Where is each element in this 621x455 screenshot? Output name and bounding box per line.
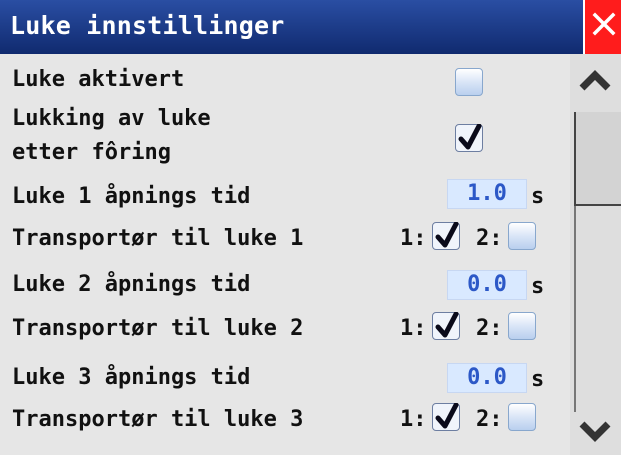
checkmark-icon <box>435 222 459 248</box>
luke1-tid-input[interactable]: 1.0 <box>447 179 527 209</box>
luke2-tid-input[interactable]: 0.0 <box>447 270 527 300</box>
transport2-b-checkbox[interactable] <box>508 312 536 340</box>
title-bar: Luke innstillinger <box>0 0 621 54</box>
luke2-tid-label: Luke 2 åpnings tid <box>12 272 251 297</box>
lukking-checkbox[interactable] <box>455 124 483 152</box>
transport1-label: Transportør til luke 1 <box>12 226 304 251</box>
transport2-label: Transportør til luke 2 <box>12 316 304 341</box>
chevron-up-icon <box>579 70 611 91</box>
checkmark-icon <box>435 403 459 429</box>
scroll-up-button[interactable] <box>578 70 612 96</box>
transport3-a-label: 1: <box>400 407 427 432</box>
luke1-tid-label: Luke 1 åpnings tid <box>12 184 251 209</box>
lukking-label-line2: etter fôring <box>12 140 171 165</box>
transport3-b-checkbox[interactable] <box>508 403 536 431</box>
window-title: Luke innstillinger <box>10 11 285 40</box>
checkmark-icon <box>435 312 459 338</box>
transport1-a-checkbox[interactable] <box>432 222 460 250</box>
luke-aktivert-checkbox[interactable] <box>455 68 483 96</box>
transport2-a-checkbox[interactable] <box>432 312 460 340</box>
checkmark-icon <box>458 124 482 150</box>
close-button[interactable] <box>583 0 621 54</box>
luke2-tid-unit: s <box>531 274 545 299</box>
settings-window: Luke innstillinger Luke aktivert Lukking… <box>0 0 621 455</box>
luke3-tid-label: Luke 3 åpnings tid <box>12 365 251 390</box>
transport3-b-label: 2: <box>476 407 503 432</box>
luke3-tid-input[interactable]: 0.0 <box>447 363 527 393</box>
luke1-tid-unit: s <box>531 184 545 209</box>
transport1-a-label: 1: <box>400 226 427 251</box>
transport1-b-checkbox[interactable] <box>508 222 536 250</box>
transport3-label: Transportør til luke 3 <box>12 407 304 432</box>
lukking-label: Lukking av luke etter fôring <box>12 102 211 170</box>
transport1-b-label: 2: <box>476 226 503 251</box>
scroll-down-button[interactable] <box>578 420 612 446</box>
chevron-down-icon <box>579 421 611 442</box>
close-icon <box>592 12 616 36</box>
luke-aktivert-label: Luke aktivert <box>12 67 185 92</box>
scroll-thumb[interactable] <box>574 112 621 206</box>
transport2-b-label: 2: <box>476 316 503 341</box>
luke3-tid-unit: s <box>531 367 545 392</box>
transport3-a-checkbox[interactable] <box>432 403 460 431</box>
vertical-scrollbar[interactable] <box>570 54 621 455</box>
transport2-a-label: 1: <box>400 316 427 341</box>
lukking-label-line1: Lukking av luke <box>12 106 211 131</box>
settings-list: Luke aktivert Lukking av luke etter fôri… <box>0 54 570 455</box>
